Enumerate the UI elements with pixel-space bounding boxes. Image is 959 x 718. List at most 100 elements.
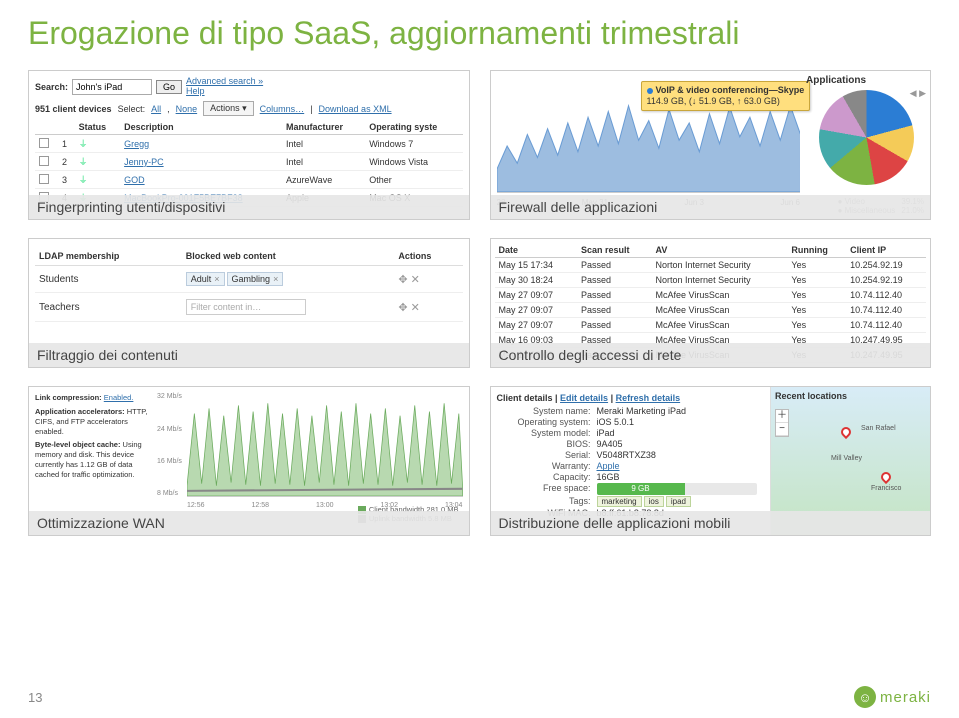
table-row[interactable]: 3⏚GODAzureWaveOther xyxy=(35,171,463,189)
slide-footer: 13 ☺ meraki xyxy=(28,686,931,708)
page-number: 13 xyxy=(28,690,42,705)
table-row: May 27 09:07PassedMcAfee VirusScanYes10.… xyxy=(495,303,927,318)
table-row[interactable]: 1⏚GreggIntelWindows 7 xyxy=(35,135,463,153)
tags-label: Tags: xyxy=(497,496,597,507)
device-link[interactable]: Jenny-PC xyxy=(124,157,164,167)
axis-tick: 24 Mb/s xyxy=(157,426,185,433)
axis-tick: 12:58 xyxy=(251,502,269,509)
wifi-icon: ⏚ xyxy=(79,175,88,185)
move-icon[interactable]: ✥ xyxy=(398,302,407,314)
detail-row: System model:iPad xyxy=(497,428,765,438)
actions-dropdown[interactable]: Actions ▾ xyxy=(203,101,254,116)
panel-caption: Filtraggio dei contenuti xyxy=(29,343,469,367)
table-header: Description xyxy=(120,120,282,135)
map-city-label: San Rafael xyxy=(861,425,896,432)
go-button[interactable]: Go xyxy=(156,80,182,94)
axis-tick: 12:56 xyxy=(187,502,205,509)
panel-grid: Search: Go Advanced search » Help 951 cl… xyxy=(28,70,931,536)
logo-bubble-icon: ☺ xyxy=(854,686,876,708)
logo-text: meraki xyxy=(880,689,931,706)
download-xml-link[interactable]: Download as XML xyxy=(319,104,392,114)
columns-link[interactable]: Columns… xyxy=(260,104,305,114)
device-link[interactable]: GOD xyxy=(124,175,145,185)
checkbox[interactable] xyxy=(39,138,49,148)
table-header: Date xyxy=(495,243,577,258)
checkbox[interactable] xyxy=(39,156,49,166)
help-link[interactable]: Help xyxy=(186,86,205,96)
panel-firewall: VoIP & video conferencing—Skype 114.9 GB… xyxy=(490,70,932,220)
applications-title: Applications xyxy=(806,75,926,86)
free-space-bar: 9 GB xyxy=(597,483,757,495)
table-header xyxy=(58,120,75,135)
table-header: Operating syste xyxy=(365,120,462,135)
axis-tick: 32 Mb/s xyxy=(157,393,185,400)
client-tag[interactable]: ios xyxy=(644,496,664,507)
table-header: Blocked web content xyxy=(182,247,395,266)
device-link[interactable]: Gregg xyxy=(124,139,149,149)
byte-cache-label: Byte-level object cache: xyxy=(35,440,120,449)
filter-tag[interactable]: Gambling× xyxy=(227,272,284,286)
slide-title: Erogazione di tipo SaaS, aggiornamenti t… xyxy=(28,14,931,52)
map-pin-icon[interactable] xyxy=(839,425,853,439)
table-header: Actions xyxy=(394,247,462,266)
devices-table: StatusDescriptionManufacturerOperating s… xyxy=(35,120,463,207)
table-row: May 27 09:07PassedMcAfee VirusScanYes10.… xyxy=(495,288,927,303)
tooltip-line2: 114.9 GB, (↓ 51.9 GB, ↑ 63.0 GB) xyxy=(647,96,780,106)
table-row[interactable]: 2⏚Jenny-PCIntelWindows Vista xyxy=(35,153,463,171)
refresh-details-link[interactable]: Refresh details xyxy=(616,393,681,403)
device-count: 951 client devices xyxy=(35,104,112,114)
client-tag[interactable]: marketing xyxy=(597,496,642,507)
move-icon[interactable]: ✥ xyxy=(398,274,407,286)
wifi-icon: ⏚ xyxy=(79,139,88,149)
map-city-label: Mill Valley xyxy=(831,455,862,462)
checkbox[interactable] xyxy=(39,174,49,184)
table-row: TeachersFilter content in…✥ ✕ xyxy=(35,293,463,322)
advanced-search-link[interactable]: Advanced search » xyxy=(186,76,263,86)
applications-pie-chart xyxy=(819,90,914,185)
select-all-link[interactable]: All xyxy=(151,104,161,114)
filter-table: LDAP membershipBlocked web contentAction… xyxy=(35,247,463,322)
search-label: Search: xyxy=(35,82,68,92)
table-header: Scan result xyxy=(577,243,652,258)
table-header xyxy=(35,120,58,135)
panel-caption: Controllo degli accessi di rete xyxy=(491,343,931,367)
panel-fingerprinting: Search: Go Advanced search » Help 951 cl… xyxy=(28,70,470,220)
map-city-label: Francisco xyxy=(871,485,901,492)
table-row: May 15 17:34PassedNorton Internet Securi… xyxy=(495,258,927,273)
link-compression-value[interactable]: Enabled. xyxy=(104,393,134,402)
table-header: Status xyxy=(75,120,120,135)
link-compression-label: Link compression: xyxy=(35,393,102,402)
panel-caption: Fingerprinting utenti/dispositivi xyxy=(29,195,469,219)
detail-row: Serial:V5048RTXZ38 xyxy=(497,450,765,460)
detail-row: BIOS:9A405 xyxy=(497,439,765,449)
table-row: May 30 18:24PassedNorton Internet Securi… xyxy=(495,273,927,288)
detail-row: Capacity:16GB xyxy=(497,472,765,482)
edit-details-link[interactable]: Edit details xyxy=(560,393,608,403)
remove-tag-icon[interactable]: × xyxy=(273,274,278,284)
panel-access-control: DateScan resultAVRunningClient IP May 15… xyxy=(490,238,932,368)
select-label: Select: xyxy=(118,104,146,114)
remove-tag-icon[interactable]: × xyxy=(214,274,219,284)
filter-tag[interactable]: Adult× xyxy=(186,272,225,286)
detail-link[interactable]: Apple xyxy=(597,461,620,471)
free-space-value: 9 GB xyxy=(597,483,685,495)
select-none-link[interactable]: None xyxy=(176,104,198,114)
bandwidth-chart xyxy=(187,393,463,497)
tooltip-line1: VoIP & video conferencing—Skype xyxy=(656,85,805,95)
delete-icon[interactable]: ✕ xyxy=(411,274,420,286)
client-tag[interactable]: ipad xyxy=(666,496,691,507)
axis-tick: 16 Mb/s xyxy=(157,458,185,465)
client-details-header: Client details xyxy=(497,393,553,403)
detail-row: System name:Meraki Marketing iPad xyxy=(497,406,765,416)
table-header: AV xyxy=(652,243,788,258)
search-input[interactable] xyxy=(72,79,152,95)
map-title: Recent locations xyxy=(771,387,930,405)
filter-input[interactable]: Filter content in… xyxy=(186,299,306,315)
map-pin-icon[interactable] xyxy=(879,470,893,484)
table-header: Running xyxy=(787,243,846,258)
delete-icon[interactable]: ✕ xyxy=(411,302,420,314)
map-zoom-controls[interactable]: ＋− xyxy=(775,409,789,437)
panel-caption: Firewall delle applicazioni xyxy=(491,195,931,219)
axis-tick: 8 Mb/s xyxy=(157,490,185,497)
pie-nav-icon[interactable]: ◀ ▶ xyxy=(910,88,926,99)
